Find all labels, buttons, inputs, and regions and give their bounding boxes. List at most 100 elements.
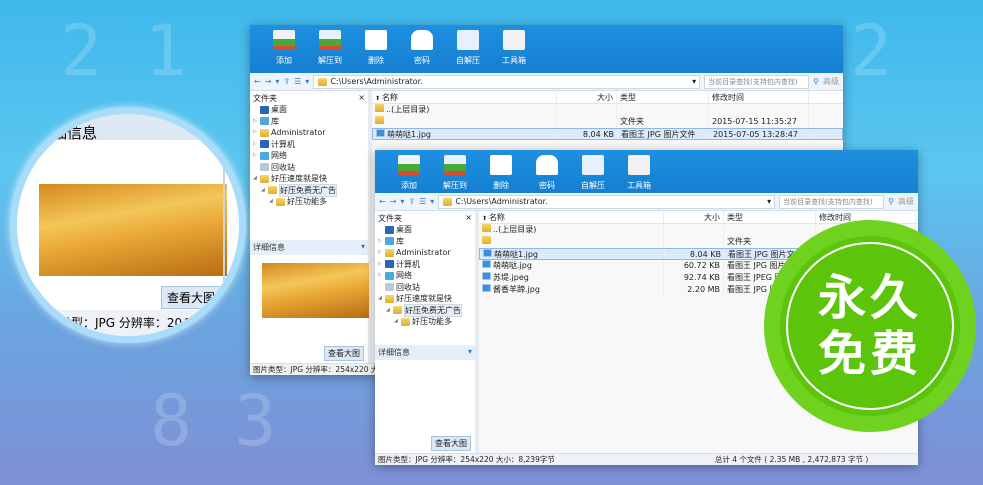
advanced-search-button[interactable]: 高级 bbox=[898, 196, 914, 207]
up-folder-icon[interactable]: ⇪ bbox=[283, 77, 290, 86]
search-icon[interactable]: ⚲ bbox=[888, 197, 894, 206]
toolbox-icon bbox=[628, 155, 650, 175]
path-dropdown-icon[interactable]: ▾ bbox=[692, 77, 696, 86]
search-icon[interactable]: ⚲ bbox=[813, 77, 819, 86]
tree-item[interactable]: ▷ 计算机 bbox=[250, 139, 368, 151]
tree-item[interactable]: 桌面 bbox=[250, 104, 368, 116]
folder-icon bbox=[260, 174, 269, 183]
expand-arrow-icon[interactable]: ◢ bbox=[394, 316, 399, 328]
folder-icon bbox=[260, 128, 269, 137]
column-header[interactable]: 大小 bbox=[664, 211, 724, 223]
column-header-label: 大小 bbox=[597, 93, 613, 102]
tree-item[interactable]: 桌面 bbox=[375, 224, 475, 236]
column-header[interactable]: 类型 bbox=[724, 211, 816, 223]
view-mode-icon[interactable]: ☰ bbox=[294, 77, 301, 86]
file-row[interactable]: ..(上层目录) bbox=[372, 104, 843, 116]
expand-arrow-icon[interactable]: ▷ bbox=[253, 127, 258, 139]
tree-item[interactable]: 回收站 bbox=[250, 162, 368, 174]
lock-icon bbox=[411, 30, 433, 50]
path-input[interactable]: C:\Users\Administrator. ▾ bbox=[313, 74, 701, 89]
folder-pane: 文件夹 × 桌面 ▷ 库 ▷ Administrator ▷ 计算机 ▷ 网络 回收站 ◢ 好压速度就… bbox=[375, 211, 479, 453]
view-large-button[interactable]: 查看大图 bbox=[161, 286, 222, 309]
file-size: 2.20 MB bbox=[664, 284, 724, 296]
tree-item[interactable]: ◢ 好压功能多 bbox=[250, 196, 368, 208]
tree-item[interactable]: ▷ Administrator bbox=[375, 247, 475, 259]
expand-arrow-icon[interactable]: ▷ bbox=[378, 259, 383, 271]
view-mode-icon[interactable]: ☰ bbox=[419, 197, 426, 206]
toolbar-button-add-archive[interactable]: 添加 bbox=[389, 150, 429, 193]
column-header[interactable]: 类型 bbox=[617, 91, 709, 103]
toolbar-button-lock[interactable]: 密码 bbox=[402, 25, 442, 73]
column-header[interactable]: 修改时间 bbox=[709, 91, 809, 103]
toolbar-button-self-extract[interactable]: 自解压 bbox=[448, 25, 488, 73]
tree-item[interactable]: ◢ 好压功能多 bbox=[375, 316, 475, 328]
file-row[interactable]: 文件夹2015-07-15 11:35:27 bbox=[372, 116, 843, 128]
add-archive-icon-label: 添加 bbox=[276, 56, 292, 65]
expand-arrow-icon[interactable]: ▷ bbox=[378, 247, 383, 259]
history-dropdown-icon[interactable]: ▾ bbox=[275, 77, 279, 86]
folder-icon bbox=[482, 236, 491, 244]
tree-item[interactable]: ▷ Administrator bbox=[250, 127, 368, 139]
toolbar-button-extract[interactable]: 解压到 bbox=[310, 25, 350, 73]
column-header[interactable]: ⬆ 名称 bbox=[372, 91, 557, 103]
toolbar-button-add-archive[interactable]: 添加 bbox=[264, 25, 304, 73]
view-dropdown-icon[interactable]: ▾ bbox=[430, 197, 434, 206]
tree-item[interactable]: ▷ 计算机 bbox=[375, 259, 475, 271]
column-header[interactable]: ⬆ 名称 bbox=[479, 211, 664, 223]
expand-arrow-icon[interactable]: ◢ bbox=[261, 185, 266, 197]
status-text: 片类型：JPG 分辨率：2048 bbox=[17, 310, 239, 336]
expand-arrow-icon[interactable]: ◢ bbox=[269, 196, 274, 208]
expand-arrow-icon[interactable]: ▷ bbox=[253, 139, 258, 151]
tree-item-label: 桌面 bbox=[396, 225, 412, 234]
expand-arrow-icon[interactable]: ▷ bbox=[378, 270, 383, 282]
expand-arrow-icon[interactable]: ◢ bbox=[378, 293, 383, 305]
back-icon[interactable]: ← bbox=[254, 77, 261, 86]
tree-item[interactable]: ▷ 库 bbox=[250, 116, 368, 128]
up-folder-icon[interactable]: ⇪ bbox=[408, 197, 415, 206]
toolbar-button-lock[interactable]: 密码 bbox=[527, 150, 567, 193]
file-name: 苏堤.jpeg bbox=[493, 273, 529, 282]
tree-item[interactable]: ▷ 库 bbox=[375, 236, 475, 248]
detail-pane-header: 详细信息 ▾ bbox=[375, 344, 475, 360]
expand-arrow-icon[interactable]: ◢ bbox=[386, 305, 391, 317]
forward-icon[interactable]: → bbox=[265, 77, 272, 86]
folder-icon bbox=[260, 151, 269, 160]
search-input[interactable]: 当前目录查找(支持包内查找) bbox=[779, 194, 885, 209]
collapse-icon[interactable]: ▾ bbox=[468, 347, 472, 358]
tree-item[interactable]: ▷ 网络 bbox=[250, 150, 368, 162]
column-header[interactable]: 大小 bbox=[557, 91, 617, 103]
file-row[interactable]: 萌萌哒1.jpg 8.04 KB 看图王 JPG 图片文件 2015-07-05 13… bbox=[372, 128, 843, 140]
view-dropdown-icon[interactable]: ▾ bbox=[305, 77, 309, 86]
close-icon[interactable]: × bbox=[358, 93, 365, 102]
tree-item[interactable]: ▷ 网络 bbox=[375, 270, 475, 282]
tree-item[interactable]: 回收站 bbox=[375, 282, 475, 294]
toolbar-button-extract[interactable]: 解压到 bbox=[435, 150, 475, 193]
close-icon[interactable]: × bbox=[465, 213, 472, 222]
folder-icon bbox=[482, 224, 491, 232]
tree-item[interactable]: ◢ 好压免费无广告 bbox=[375, 303, 475, 317]
toolbar-button-delete[interactable]: 删除 bbox=[356, 25, 396, 73]
toolbar-button-toolbox[interactable]: 工具箱 bbox=[494, 25, 534, 73]
forward-icon[interactable]: → bbox=[390, 197, 397, 206]
folder-icon bbox=[260, 163, 269, 172]
toolbar-button-toolbox[interactable]: 工具箱 bbox=[619, 150, 659, 193]
file-name: 酱香羊蹄.jpg bbox=[493, 285, 540, 294]
view-large-button[interactable]: 查看大图 bbox=[431, 436, 471, 451]
desert-preview-image bbox=[39, 184, 227, 276]
path-input[interactable]: C:\Users\Administrator. ▾ bbox=[438, 194, 776, 209]
back-icon[interactable]: ← bbox=[379, 197, 386, 206]
expand-arrow-icon[interactable]: ◢ bbox=[253, 173, 258, 185]
advanced-search-button[interactable]: 高级 bbox=[823, 76, 839, 87]
expand-arrow-icon[interactable]: ▷ bbox=[253, 150, 258, 162]
toolbar-button-delete[interactable]: 删除 bbox=[481, 150, 521, 193]
tree-item[interactable]: ◢ 好压免费无广告 bbox=[250, 183, 368, 197]
expand-arrow-icon[interactable]: ▷ bbox=[253, 116, 258, 128]
expand-arrow-icon[interactable]: ▷ bbox=[378, 236, 383, 248]
folder-icon bbox=[260, 105, 269, 114]
path-dropdown-icon[interactable]: ▾ bbox=[767, 197, 771, 206]
collapse-icon[interactable]: ▾ bbox=[361, 242, 365, 253]
search-input[interactable]: 当前目录查找(支持包内查找) bbox=[704, 74, 810, 89]
view-large-button[interactable]: 查看大图 bbox=[324, 346, 364, 361]
history-dropdown-icon[interactable]: ▾ bbox=[400, 197, 404, 206]
toolbar-button-self-extract[interactable]: 自解压 bbox=[573, 150, 613, 193]
